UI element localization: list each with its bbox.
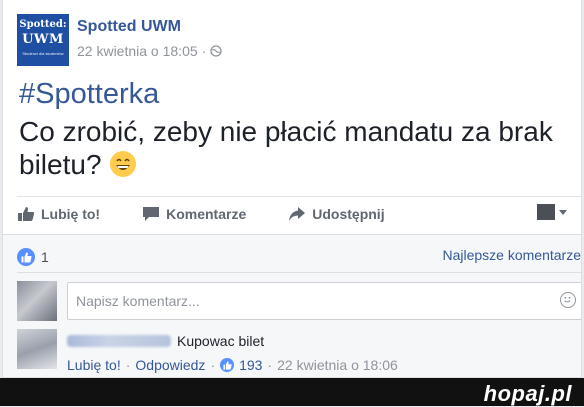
comment-actions: Lubię to! · Odpowiedz · 193 · 22 kwietni…: [67, 357, 398, 373]
globe-icon: [210, 45, 222, 57]
page-avatar[interactable]: Spotted: UWM Studenci dla studentów: [17, 14, 69, 66]
like-button-label: Lubię to!: [41, 206, 101, 222]
share-button[interactable]: Udostępnij: [288, 206, 385, 222]
post-text: Co zrobić, zeby nie płacić mandatu za br…: [19, 115, 575, 181]
meta-separator: ·: [201, 43, 207, 59]
post-as-selector[interactable]: [537, 204, 567, 220]
comment-separator: ·: [210, 357, 216, 373]
reactions-divider: [17, 272, 581, 273]
avatar-text-line2: UWM: [22, 32, 64, 47]
commenter-avatar[interactable]: [17, 329, 57, 369]
comment-separator: ·: [125, 357, 131, 373]
comment-reply-link[interactable]: Odpowiedz: [135, 357, 205, 373]
post-actions-bar: Lubię to! Komentarze Udostępnij: [17, 198, 581, 230]
comment-input-placeholder: Napisz komentarz...: [76, 293, 200, 309]
comment-like-link[interactable]: Lubię to!: [67, 357, 121, 373]
reactions-summary[interactable]: 1: [17, 248, 49, 266]
comment-likes-count[interactable]: 193: [239, 357, 262, 373]
comment-button[interactable]: Komentarze: [142, 206, 246, 222]
watermark-logo: hopaj.pl: [483, 381, 572, 406]
page-name-link[interactable]: Spotted UWM: [77, 18, 181, 36]
like-reaction-icon: [17, 248, 35, 266]
comment-sort-dropdown[interactable]: Najlepsze komentarze: [442, 247, 581, 263]
post-hashtag[interactable]: #Spotterka: [19, 78, 159, 111]
comment-separator: ·: [267, 357, 273, 373]
profile-thumbnail-icon: [537, 204, 555, 220]
comment-input[interactable]: Napisz komentarz...: [67, 282, 581, 320]
reactions-count: 1: [41, 249, 49, 265]
caret-down-icon: [559, 209, 567, 215]
share-button-label: Udostępnij: [312, 206, 385, 222]
comment-date[interactable]: 22 kwietnia o 18:06: [277, 357, 398, 373]
comment-body: Kupowac bilet: [67, 333, 264, 349]
current-user-avatar[interactable]: [17, 281, 57, 321]
post-divider: [17, 196, 581, 197]
comment-text: Kupowac bilet: [177, 333, 265, 349]
avatar-text-line3: Studenci dla studentów: [22, 51, 64, 56]
post-body: Co zrobić, zeby nie płacić mandatu za br…: [19, 116, 553, 180]
grinning-face-emoji: [109, 151, 136, 177]
comment-icon: [143, 207, 160, 221]
share-arrow-icon: [289, 207, 306, 221]
comment-like-icon: [220, 358, 235, 372]
avatar-text-line1: Spotted:: [19, 19, 67, 30]
post-date[interactable]: 22 kwietnia o 18:05: [77, 43, 198, 59]
commenter-name-blurred[interactable]: [67, 335, 171, 347]
post-meta: 22 kwietnia o 18:05 ·: [77, 43, 222, 59]
thumbs-up-icon: [18, 207, 35, 221]
comment-button-label: Komentarze: [166, 206, 247, 222]
post-card: Spotted: UWM Studenci dla studentów Spot…: [2, 0, 582, 378]
emoji-picker-icon[interactable]: [560, 292, 576, 308]
like-button[interactable]: Lubię to!: [17, 206, 100, 222]
